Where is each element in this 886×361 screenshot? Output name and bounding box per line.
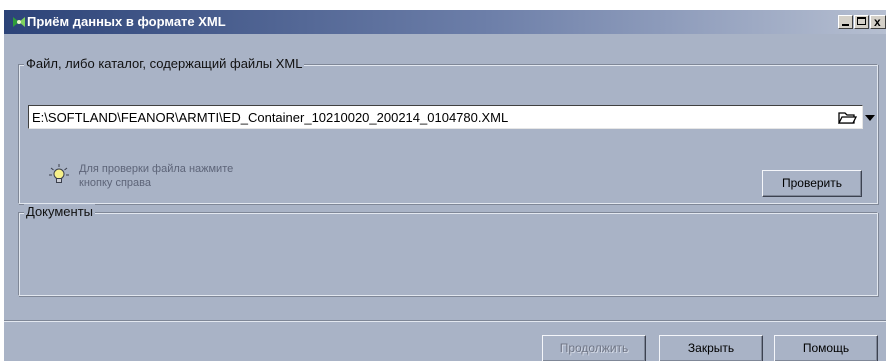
lightbulb-icon bbox=[49, 164, 69, 183]
maximize-icon bbox=[857, 17, 866, 25]
check-button[interactable]: Проверить bbox=[762, 170, 862, 197]
close-button[interactable]: Закрыть bbox=[659, 335, 763, 361]
documents-group-legend: Документы bbox=[24, 204, 96, 220]
close-icon: x bbox=[874, 15, 881, 29]
help-button[interactable]: Помощь bbox=[774, 335, 878, 361]
folder-open-icon[interactable] bbox=[836, 108, 858, 127]
xml-import-dialog: Приём данных в формате XML x Файл, либо … bbox=[4, 10, 886, 361]
minimize-icon bbox=[842, 24, 849, 26]
file-group-legend: Файл, либо каталог, содержащий файлы XML bbox=[24, 56, 305, 72]
xml-import-icon bbox=[13, 17, 25, 27]
chevron-down-icon[interactable] bbox=[865, 115, 875, 121]
documents-group-frame bbox=[18, 212, 878, 296]
documents-group: Документы bbox=[18, 204, 878, 296]
title-bar[interactable]: Приём данных в формате XML x bbox=[4, 10, 886, 34]
window-title: Приём данных в формате XML bbox=[27, 14, 226, 29]
file-path-input[interactable] bbox=[28, 105, 863, 129]
footer-separator bbox=[4, 320, 886, 322]
check-hint-line-2: кнопку справа bbox=[79, 177, 151, 189]
maximize-button[interactable] bbox=[854, 15, 869, 29]
check-hint-line-1: Для проверки файла нажмите bbox=[79, 163, 234, 175]
close-window-button[interactable]: x bbox=[870, 15, 886, 29]
minimize-button[interactable] bbox=[838, 15, 853, 29]
continue-button[interactable]: Продолжить bbox=[542, 335, 646, 361]
